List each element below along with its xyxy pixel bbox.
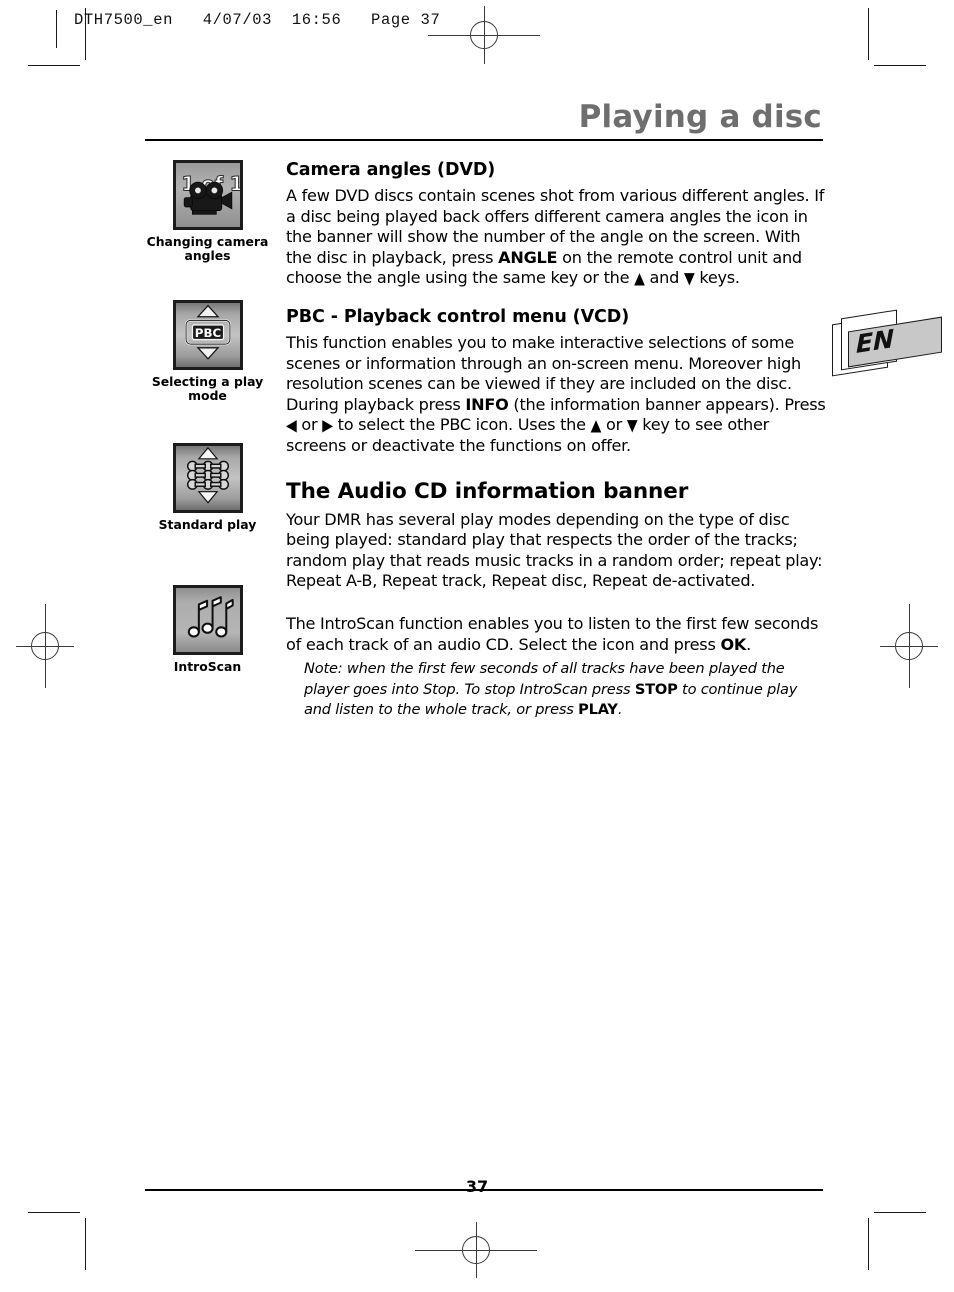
- paragraph-introscan: The IntroScan function enables you to li…: [286, 613, 819, 654]
- paragraph-camera-angles: A few DVD discs contain scenes shot from…: [286, 186, 825, 289]
- sidebar-caption-camera-angles: Changing camera angles: [146, 234, 269, 263]
- standard-play-icon: [172, 443, 243, 513]
- page-number: 37: [465, 1177, 489, 1196]
- language-tab: EN: [830, 306, 942, 377]
- note-introscan: Note: when the first few seconds of all …: [304, 660, 798, 718]
- movie-camera-icon: 1 of 1: [172, 160, 243, 230]
- heading-camera-angles: Camera angles (DVD): [286, 160, 496, 180]
- sidebar-caption-play-mode: Selecting a play mode: [151, 374, 264, 403]
- page-title: Playing a disc: [578, 99, 822, 135]
- sidebar-caption-introscan: IntroScan: [173, 659, 242, 674]
- paragraph-audio-cd-banner: Your DMR has several play modes dependin…: [286, 509, 823, 591]
- heading-pbc: PBC - Playback control menu (VCD): [286, 306, 630, 327]
- sidebar-item-standard-play: Standard play: [145, 443, 270, 532]
- sidebar-caption-standard-play: Standard play: [158, 517, 257, 532]
- paragraph-pbc: This function enables you to make intera…: [286, 332, 826, 455]
- sidebar-item-camera-angles: 1 of 1 Changing camera angles: [145, 160, 270, 262]
- sidebar-item-introscan: IntroScan: [145, 585, 270, 674]
- pbc-icon: PBC: [172, 300, 243, 370]
- music-notes-icon: [172, 585, 243, 655]
- svg-text:PBC: PBC: [194, 326, 220, 340]
- title-divider: [145, 139, 823, 141]
- heading-audio-cd-banner: The Audio CD information banner: [286, 478, 689, 504]
- manual-page: Playing a disc EN 1 of 1: [0, 0, 954, 1292]
- sidebar-item-play-mode: PBC Selecting a play mode: [145, 300, 270, 402]
- main-content: Camera angles (DVD) A few DVD discs cont…: [286, 160, 826, 720]
